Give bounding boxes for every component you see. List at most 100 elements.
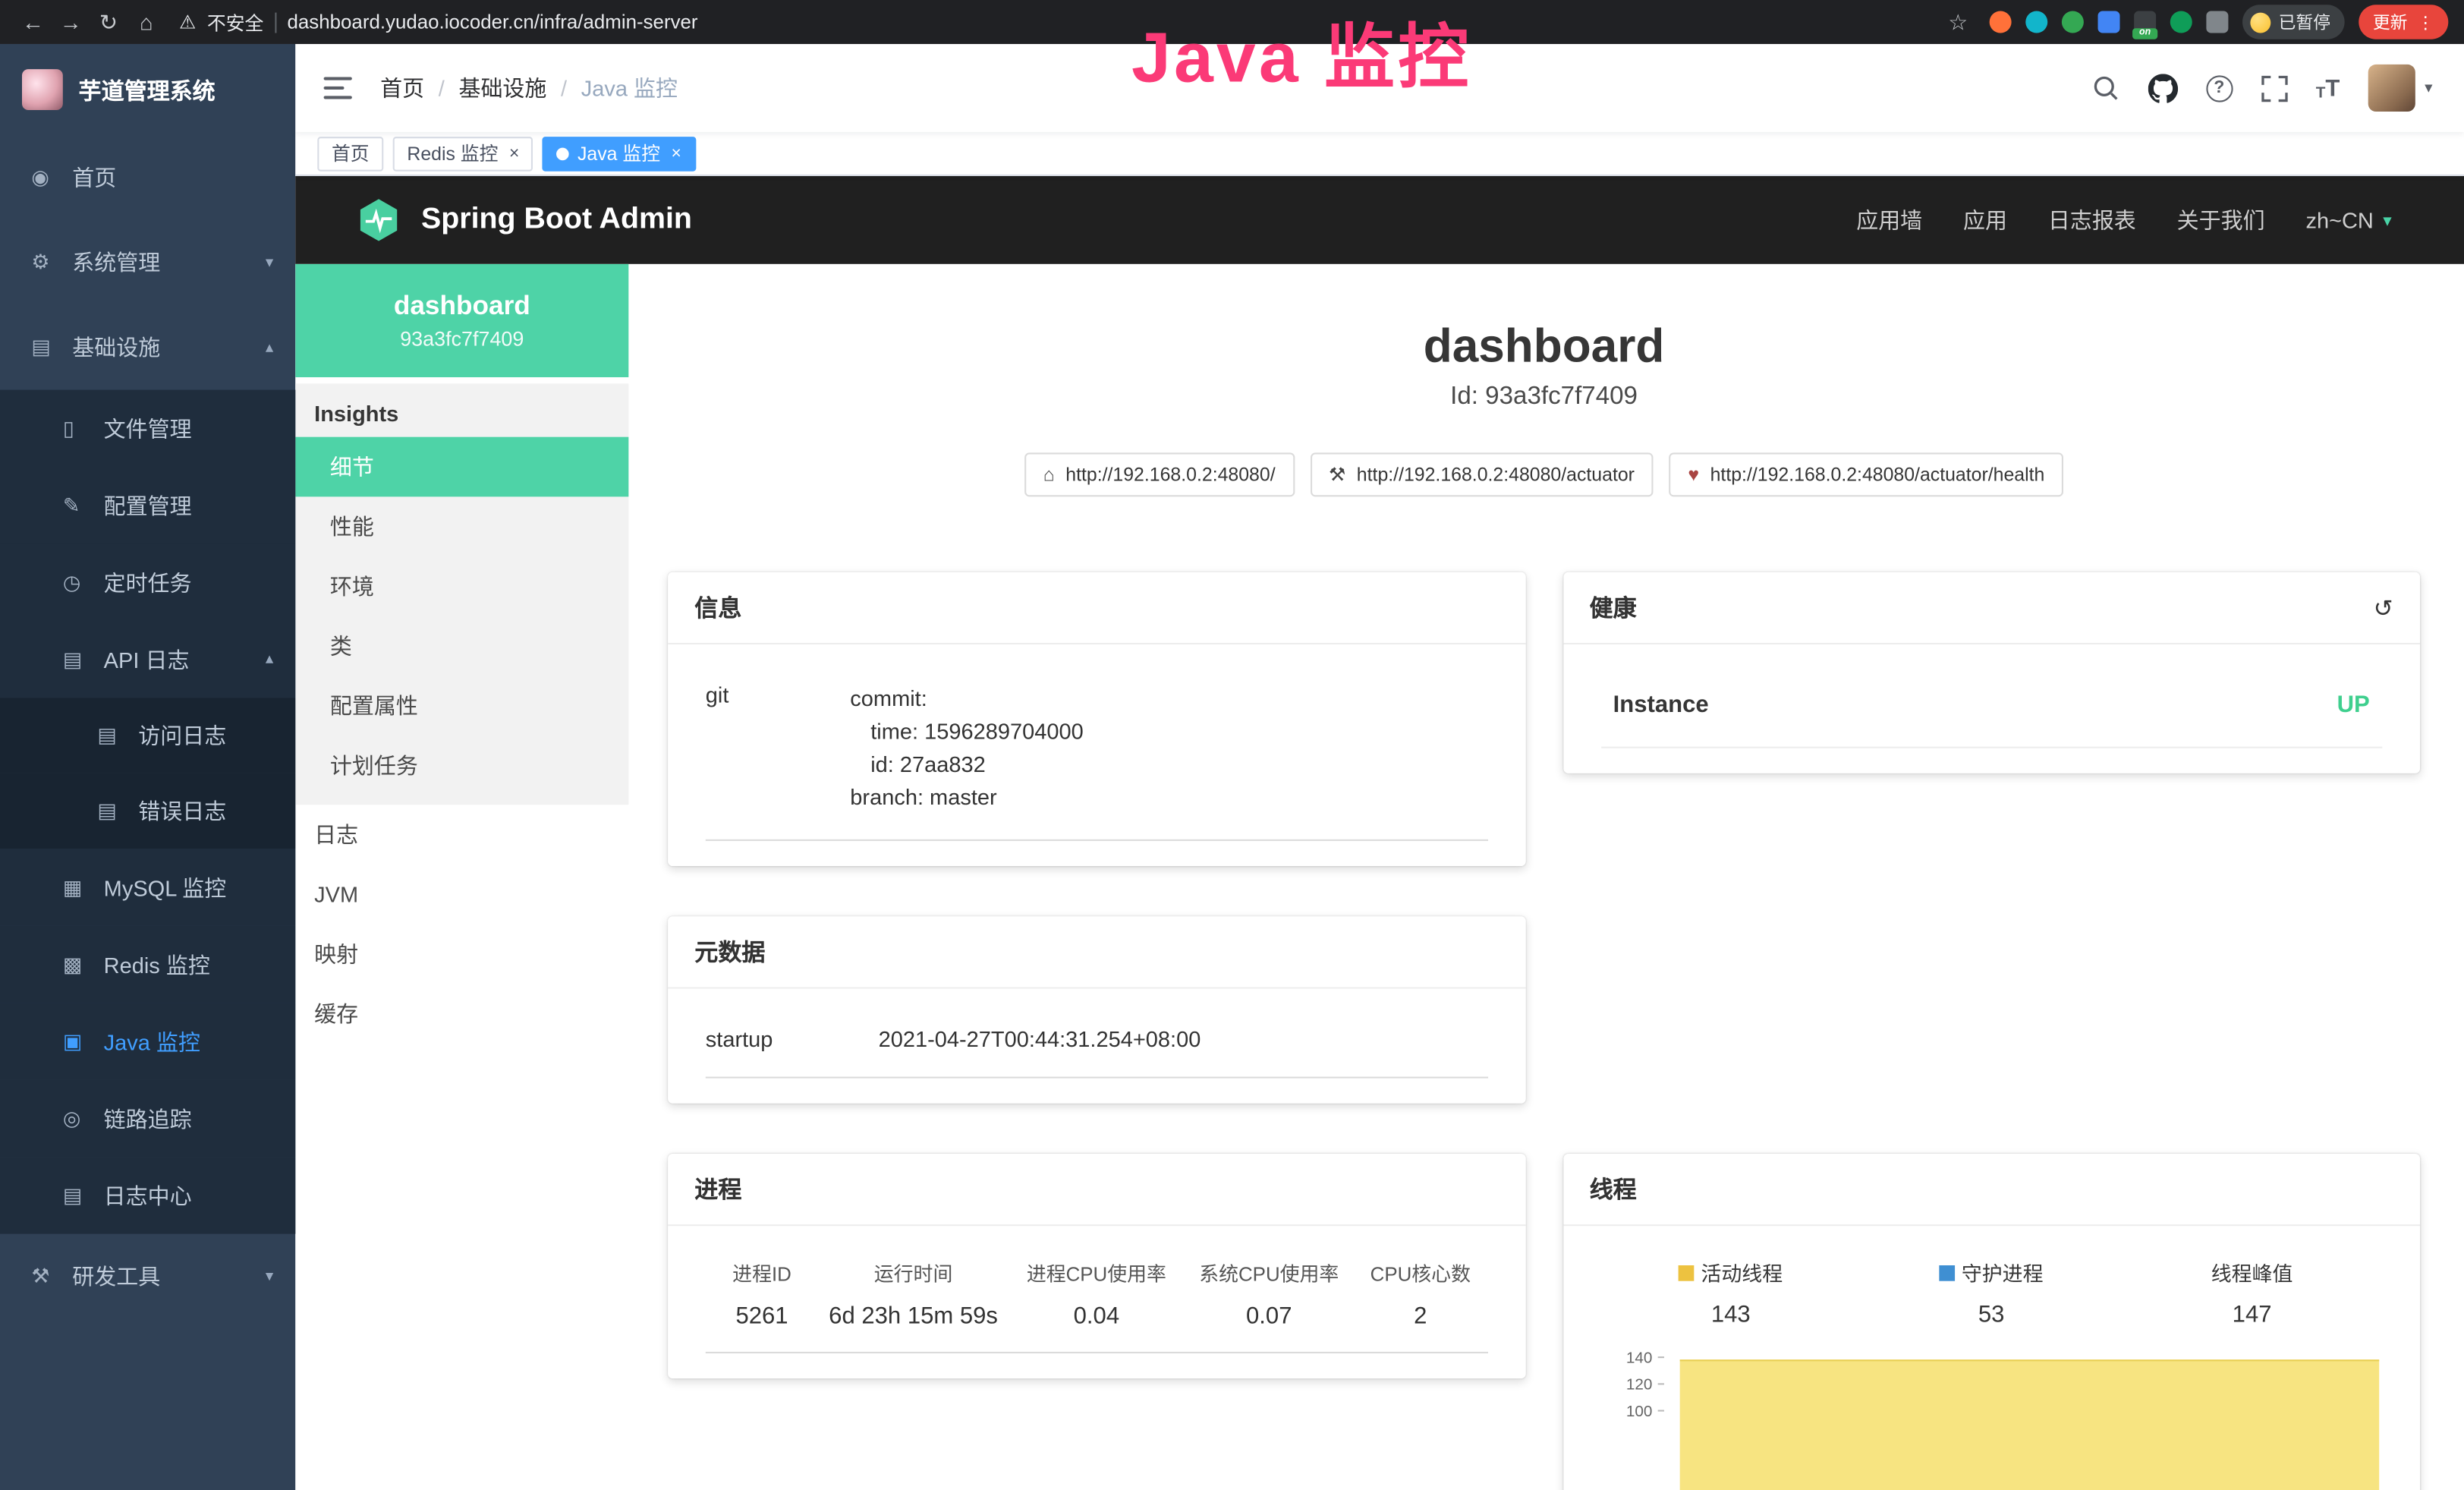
y-axis-tick: 120 [1600, 1377, 1663, 1394]
chrome-menu-icon[interactable]: ⋮ [2417, 12, 2434, 33]
sba-nav-journal[interactable]: 日志报表 [2048, 204, 2136, 235]
link-label: http://192.168.0.2:48080/actuator/health [1710, 464, 2045, 486]
breadcrumb-infrastructure[interactable]: 基础设施 [458, 72, 546, 103]
sba-root-items: 日志 JVM 映射 缓存 [295, 805, 628, 1044]
sidebar-collapse-button[interactable] [324, 77, 352, 99]
history-icon[interactable]: ↺ [2374, 594, 2393, 622]
tab-java-monitor[interactable]: Java 监控 × [543, 136, 695, 171]
bookmark-star-icon[interactable]: ☆ [1940, 8, 1975, 35]
on-badge: on [2132, 28, 2157, 39]
forward-button[interactable]: → [53, 9, 88, 34]
y-axis-tick: 100 [1600, 1403, 1663, 1421]
address-bar[interactable]: ⚠ 不安全 dashboard.yudao.iocoder.cn/infra/a… [179, 8, 1937, 35]
chrome-update-button[interactable]: 更新 ⋮ [2359, 5, 2448, 39]
insights-group: Insights 细节 性能 环境 类 配置属性 计划任务 [295, 383, 628, 805]
tab-home[interactable]: 首页 [317, 136, 383, 171]
sba-item-metrics[interactable]: 性能 [295, 496, 628, 556]
extension-icon[interactable] [2025, 11, 2047, 33]
sba-brand[interactable]: Spring Boot Admin [355, 197, 692, 244]
sidebar-item-file-manage[interactable]: ▯ 文件管理 [0, 390, 295, 467]
app-logo-area[interactable]: 芋道管理系统 [0, 44, 295, 135]
sidebar-item-trace[interactable]: ◎ 链路追踪 [0, 1080, 295, 1157]
extension-icon[interactable] [2170, 11, 2192, 33]
chevron-up-icon: ▴ [266, 339, 273, 356]
sidebar-item-label: 链路追踪 [104, 1103, 192, 1134]
page-title: dashboard [668, 320, 2420, 373]
puzzle-extension-icon[interactable] [2206, 11, 2228, 33]
sba-item-scheduled-tasks[interactable]: 计划任务 [295, 736, 628, 795]
breadcrumb-current: Java 监控 [581, 72, 678, 103]
search-icon[interactable] [2091, 74, 2119, 102]
mysql-icon: ▦ [63, 874, 104, 899]
sba-item-jvm[interactable]: JVM [295, 865, 628, 925]
java-monitor-icon: ▣ [63, 1029, 104, 1054]
home-button[interactable]: ⌂ [129, 9, 164, 34]
legend-value: 147 [2122, 1302, 2382, 1328]
sba-item-beans[interactable]: 类 [295, 616, 628, 676]
warning-icon: ⚠ [179, 11, 196, 33]
github-icon[interactable] [2148, 73, 2177, 102]
locale-selector[interactable]: zh~CN ▾ [2305, 207, 2391, 232]
card-title: 信息 [694, 591, 741, 624]
sidebar-item-system[interactable]: ⚙ 系统管理 ▾ [0, 220, 295, 305]
sidebar-item-error-log[interactable]: ▤ 错误日志 [0, 773, 295, 849]
tab-label: 首页 [332, 140, 370, 166]
help-icon[interactable]: ? [2206, 74, 2233, 101]
sba-item-caches[interactable]: 缓存 [295, 984, 628, 1044]
sidebar-item-mysql-monitor[interactable]: ▦ MySQL 监控 [0, 849, 295, 925]
sba-item-mappings[interactable]: 映射 [295, 925, 628, 984]
column-header: 系统CPU使用率 [1185, 1258, 1354, 1287]
emoji-face-icon [2250, 12, 2270, 33]
sidebar-item-log-center[interactable]: ▤ 日志中心 [0, 1157, 295, 1233]
sba-item-environment[interactable]: 环境 [295, 556, 628, 616]
sba-item-config-props[interactable]: 配置属性 [295, 676, 628, 736]
sidebar-item-home[interactable]: ◉ 首页 [0, 135, 295, 220]
actuator-url-link[interactable]: ⚒ http://192.168.0.2:48080/actuator [1310, 452, 1654, 496]
sidebar-item-label: Java 监控 [104, 1025, 200, 1057]
breadcrumb-home[interactable]: 首页 [380, 72, 424, 103]
redis-icon: ▩ [63, 952, 104, 977]
font-size-icon[interactable]: TT [2316, 74, 2340, 101]
sidebar-item-scheduled-task[interactable]: ◷ 定时任务 [0, 543, 295, 620]
security-label: 不安全 [207, 8, 264, 35]
sidebar-item-label: 研发工具 [72, 1261, 160, 1292]
link-label: http://192.168.0.2:48080/ [1065, 464, 1275, 486]
tab-redis-monitor[interactable]: Redis 监控 × [393, 136, 533, 171]
fullscreen-icon[interactable] [2261, 74, 2287, 101]
sba-nav-about[interactable]: 关于我们 [2177, 204, 2265, 235]
sidebar-item-access-log[interactable]: ▤ 访问日志 [0, 698, 295, 773]
sba-item-loggers[interactable]: 日志 [295, 805, 628, 865]
active-threads-area [1679, 1359, 2380, 1490]
health-url-link[interactable]: ♥ http://192.168.0.2:48080/actuator/heal… [1669, 452, 2064, 496]
sidebar-item-config-manage[interactable]: ✎ 配置管理 [0, 467, 295, 543]
user-menu[interactable]: ▾ [2368, 65, 2433, 112]
app-sidebar: 芋道管理系统 ◉ 首页 ⚙ 系统管理 ▾ ▤ 基础设施 ▴ ▯ 文件管理 ✎ [0, 44, 295, 1490]
wrench-icon: ⚒ [1329, 464, 1345, 486]
close-icon[interactable]: × [509, 143, 519, 162]
legend-value: 143 [1600, 1302, 1861, 1328]
close-icon[interactable]: × [672, 143, 681, 162]
extension-icon[interactable] [1990, 11, 2012, 33]
sba-nav-applications[interactable]: 应用 [1963, 204, 2007, 235]
extension-icon[interactable] [2098, 11, 2120, 33]
sba-item-details[interactable]: 细节 [295, 437, 628, 497]
sidebar-item-api-log[interactable]: ▤ API 日志 ▴ [0, 621, 295, 698]
process-table: 进程ID 运行时间 进程CPU使用率 系统CPU使用率 CPU核心数 5261 … [706, 1248, 1487, 1353]
sidebar-item-label: Redis 监控 [104, 949, 210, 980]
metadata-value: 2021-04-27T00:44:31.254+08:00 [879, 1026, 1201, 1051]
reload-button[interactable]: ↻ [91, 8, 126, 35]
back-button[interactable]: ← [16, 9, 51, 34]
extension-icon[interactable] [2062, 11, 2084, 33]
sidebar-item-redis-monitor[interactable]: ▩ Redis 监控 [0, 926, 295, 1003]
column-header: CPU核心数 [1354, 1258, 1487, 1287]
sidebar-item-dev-tools[interactable]: ⚒ 研发工具 ▾ [0, 1234, 295, 1319]
yellow-swatch [1679, 1265, 1695, 1281]
service-url-link[interactable]: ⌂ http://192.168.0.2:48080/ [1024, 452, 1295, 496]
sba-nav-wallboard[interactable]: 应用墙 [1856, 204, 1922, 235]
sidebar-item-infrastructure[interactable]: ▤ 基础设施 ▴ [0, 305, 295, 390]
sidebar-item-java-monitor[interactable]: ▣ Java 监控 [0, 1003, 295, 1079]
chevron-down-icon: ▾ [2425, 80, 2432, 97]
extension-icon[interactable]: on [2134, 11, 2156, 33]
profile-paused-badge[interactable]: 已暂停 [2242, 5, 2345, 39]
insights-label: Insights [295, 383, 628, 436]
